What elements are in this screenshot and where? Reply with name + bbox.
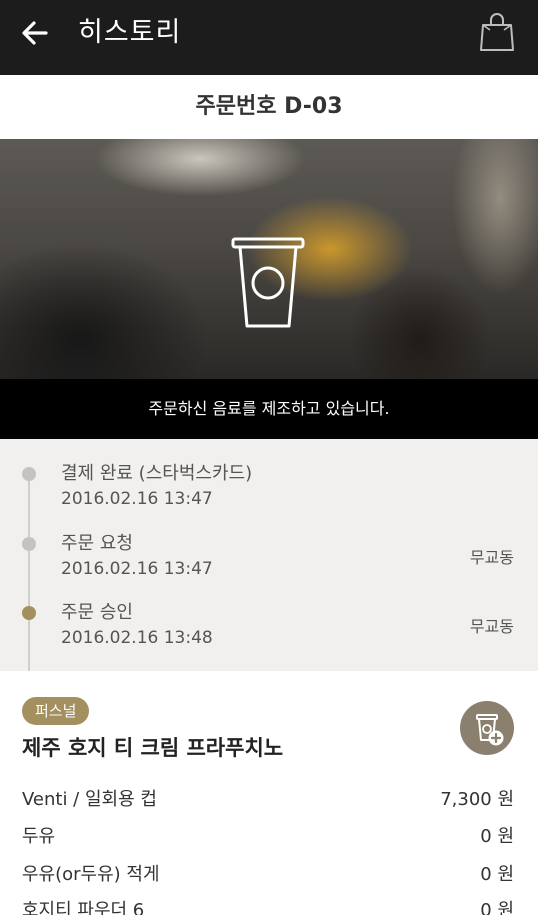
status-bar: 주문하신 음료를 제조하고 있습니다. bbox=[0, 379, 538, 439]
option-name: 우유(or두유) 적게 bbox=[22, 864, 160, 885]
product-detail: 퍼스널 제주 호지 티 크림 프라푸치노 Venti / 일회용 컵 7,300… bbox=[0, 671, 538, 915]
option-name: 호지티 파우더 6 bbox=[22, 900, 145, 915]
timeline-store: 무교동 bbox=[469, 548, 514, 567]
timeline-store: 무교동 bbox=[469, 617, 514, 636]
add-to-my-menu-button[interactable] bbox=[460, 701, 514, 755]
timeline-dot bbox=[22, 537, 36, 551]
option-price: 0 원 bbox=[480, 864, 514, 885]
shopping-bag-icon bbox=[480, 13, 514, 51]
personal-option-badge: 퍼스널 bbox=[22, 697, 90, 725]
order-number: 주문번호 D-03 bbox=[195, 94, 343, 119]
option-row: Venti / 일회용 컵 7,300 원 bbox=[22, 785, 514, 815]
cup-plus-icon bbox=[476, 714, 504, 746]
option-price: 7,300 원 bbox=[440, 789, 514, 810]
timeline-label: 결제 완료 (스타벅스카드) bbox=[61, 463, 253, 484]
timeline-item-approval: 주문 승인 2016.02.16 13:48 무교동 bbox=[0, 600, 538, 660]
timeline-dot-active bbox=[22, 606, 36, 620]
option-row: 두유 0 원 bbox=[22, 822, 514, 852]
timeline-label: 주문 요청 bbox=[61, 533, 133, 554]
timeline-dot bbox=[22, 467, 36, 481]
order-timeline: 결제 완료 (스타벅스카드) 2016.02.16 13:47 주문 요청 20… bbox=[0, 439, 538, 671]
hero-image bbox=[0, 139, 538, 379]
option-name: 두유 bbox=[22, 826, 56, 847]
status-message: 주문하신 음료를 제조하고 있습니다. bbox=[148, 399, 390, 418]
timeline-time: 2016.02.16 13:48 bbox=[61, 628, 213, 648]
option-row: 우유(or두유) 적게 0 원 bbox=[22, 860, 514, 890]
option-row: 호지티 파우더 6 0 원 bbox=[22, 896, 514, 915]
product-name: 제주 호지 티 크림 프라푸치노 bbox=[22, 736, 284, 760]
timeline-item-payment: 결제 완료 (스타벅스카드) 2016.02.16 13:47 bbox=[0, 461, 538, 521]
app-bar: 히스토리 bbox=[0, 0, 538, 75]
timeline-item-request: 주문 요청 2016.02.16 13:47 무교동 bbox=[0, 531, 538, 591]
option-name: Venti / 일회용 컵 bbox=[22, 789, 157, 810]
timeline-label: 주문 승인 bbox=[61, 602, 133, 623]
order-header: 주문번호 D-03 bbox=[0, 75, 538, 139]
arrow-left-icon bbox=[22, 21, 48, 45]
back-button[interactable] bbox=[18, 16, 52, 50]
timeline-time: 2016.02.16 13:47 bbox=[61, 489, 213, 509]
timeline-time: 2016.02.16 13:47 bbox=[61, 559, 213, 579]
page-title: 히스토리 bbox=[78, 17, 182, 48]
option-price: 0 원 bbox=[480, 826, 514, 847]
cup-icon bbox=[231, 237, 305, 328]
cart-button[interactable] bbox=[478, 12, 516, 54]
option-price: 0 원 bbox=[480, 900, 514, 915]
